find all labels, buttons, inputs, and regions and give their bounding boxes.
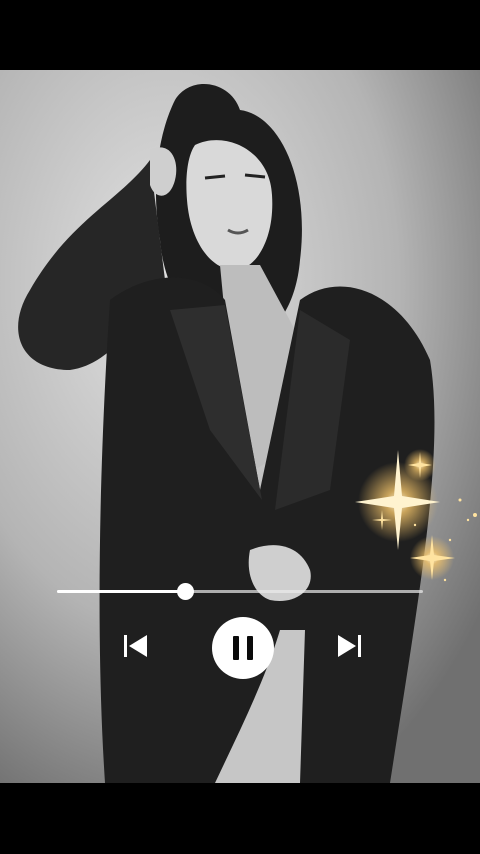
seek-bar[interactable]	[57, 580, 423, 604]
skip-next-icon	[338, 635, 361, 657]
pause-button[interactable]	[212, 617, 274, 679]
letterbox-top	[0, 0, 480, 70]
next-button[interactable]	[330, 626, 370, 666]
seek-thumb[interactable]	[177, 583, 195, 600]
seek-progress	[57, 590, 186, 593]
skip-previous-icon	[124, 635, 147, 657]
letterbox-bottom	[0, 783, 480, 854]
previous-button[interactable]	[115, 626, 155, 666]
pause-icon	[233, 636, 239, 660]
